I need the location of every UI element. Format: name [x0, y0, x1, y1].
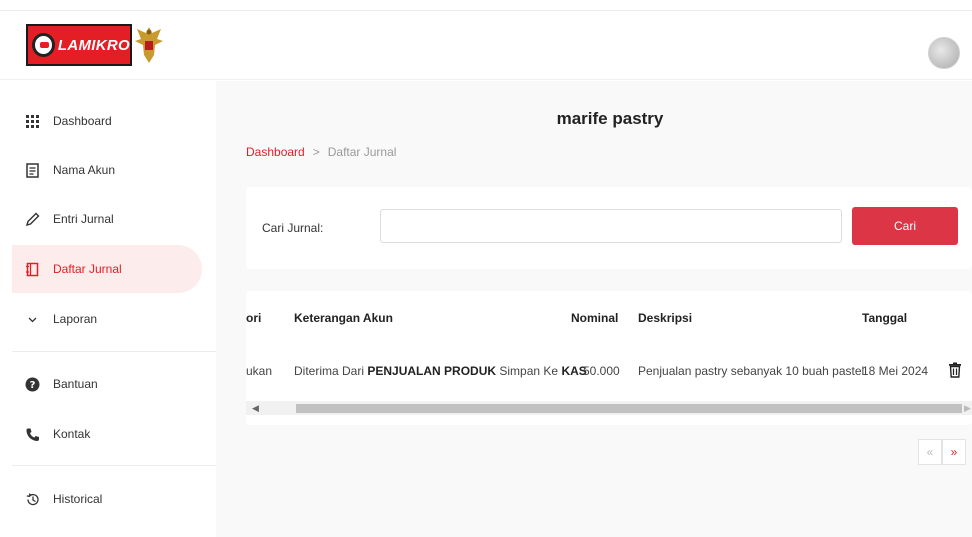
horizontal-scrollbar[interactable]: ◀ ▶ — [246, 401, 972, 415]
sidebar-item-label: Dashboard — [53, 114, 112, 128]
cell-deskripsi: Penjualan pastry sebanyak 10 buah pastel — [638, 364, 865, 378]
sidebar-item-label: Nama Akun — [53, 163, 116, 177]
grid-icon — [24, 113, 40, 129]
lamikro-logo[interactable]: LAMIKRO — [26, 24, 132, 66]
breadcrumb-link-dashboard[interactable]: Dashboard — [246, 145, 305, 159]
cell-keterangan-akun: Diterima Dari PENJUALAN PRODUK Simpan Ke… — [294, 364, 587, 378]
sidebar-item-laporan[interactable]: Laporan — [12, 295, 202, 343]
history-icon — [24, 491, 40, 507]
search-label: Cari Jurnal: — [262, 221, 324, 235]
garuda-emblem-icon — [135, 27, 163, 63]
sidebar-item-label: Historical — [53, 492, 103, 506]
breadcrumb-separator: > — [312, 145, 320, 159]
sidebar-divider — [12, 465, 216, 466]
sidebar: Dashboard Nama Akun Entri Jurnal Daftar … — [0, 81, 216, 537]
breadcrumb: Dashboard > Daftar Jurnal — [246, 145, 396, 159]
search-button[interactable]: Cari — [852, 207, 958, 245]
question-icon: ? — [24, 376, 40, 392]
column-header-deskripsi: Deskripsi — [638, 311, 693, 325]
breadcrumb-current: Daftar Jurnal — [327, 145, 397, 159]
top-bar: LAMIKRO — [0, 10, 972, 80]
column-header-tanggal: Tanggal — [862, 311, 908, 325]
sidebar-item-label: Daftar Jurnal — [53, 262, 122, 276]
phone-icon — [24, 426, 40, 442]
sidebar-item-nama-akun[interactable]: Nama Akun — [12, 146, 202, 194]
cell-kategori: ukan — [246, 364, 273, 378]
search-input[interactable] — [380, 209, 842, 243]
sidebar-item-label: Bantuan — [53, 377, 98, 391]
sidebar-divider — [12, 351, 216, 352]
user-avatar-icon[interactable] — [928, 37, 960, 69]
trash-icon[interactable] — [948, 362, 962, 378]
pencil-icon — [24, 211, 40, 227]
notebook-icon — [24, 261, 40, 277]
sidebar-item-label: Laporan — [53, 312, 98, 326]
search-card: Cari Jurnal: Cari — [246, 187, 972, 269]
document-icon — [24, 162, 40, 178]
main-content: marife pastry Dashboard > Daftar Jurnal … — [216, 81, 972, 537]
chevron-down-icon — [24, 311, 40, 327]
page-title: marife pastry — [556, 109, 664, 128]
brand-name: LAMIKRO — [57, 36, 130, 54]
sidebar-item-dashboard[interactable]: Dashboard — [12, 97, 202, 145]
sidebar-item-historical[interactable]: Historical — [12, 475, 202, 523]
journal-table: ori Keterangan Akun Nominal Deskripsi Ta… — [246, 291, 972, 425]
lamikro-logo-mark — [32, 33, 55, 57]
sidebar-item-label: Kontak — [53, 427, 91, 441]
scroll-right-arrow-icon[interactable]: ▶ — [964, 401, 971, 415]
column-header-kategori: ori — [246, 311, 262, 325]
sidebar-item-daftar-jurnal[interactable]: Daftar Jurnal — [12, 245, 202, 293]
sidebar-item-label: Entri Jurnal — [53, 212, 114, 226]
pagination-next-button[interactable]: » — [942, 439, 966, 465]
scroll-left-arrow-icon[interactable]: ◀ — [252, 401, 259, 415]
sidebar-item-bantuan[interactable]: ? Bantuan — [12, 360, 202, 408]
cell-tanggal: 18 Mei 2024 — [862, 364, 929, 378]
scrollbar-thumb[interactable] — [296, 404, 962, 413]
pagination-prev-button[interactable]: « — [918, 439, 942, 465]
column-header-nominal: Nominal — [571, 311, 619, 325]
pagination: « » — [918, 439, 966, 465]
column-header-keterangan-akun: Keterangan Akun — [294, 311, 393, 325]
cell-nominal: 50.000 — [583, 364, 620, 378]
sidebar-item-kontak[interactable]: Kontak — [12, 410, 202, 458]
svg-text:?: ? — [29, 380, 35, 391]
sidebar-item-entri-jurnal[interactable]: Entri Jurnal — [12, 195, 202, 243]
